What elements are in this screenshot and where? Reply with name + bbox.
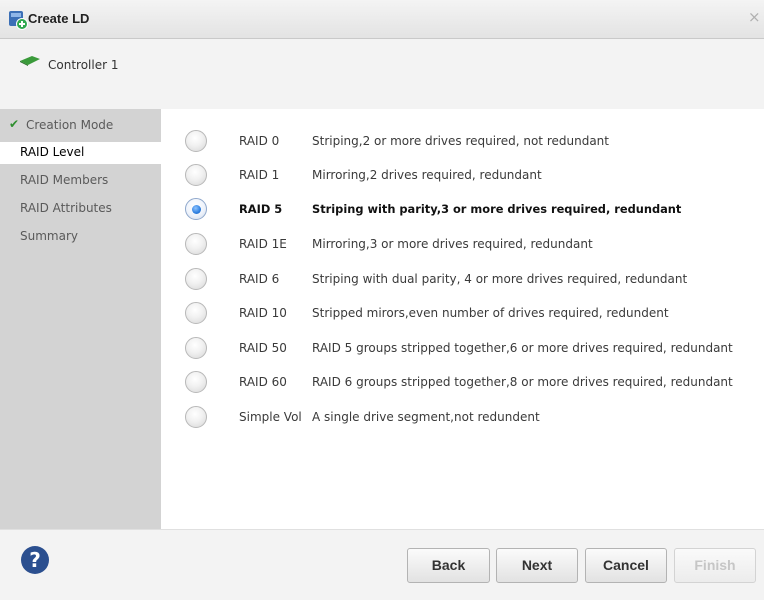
raid-option-raid1e[interactable]: RAID 1E Mirroring,3 or more drives requi… [161,233,764,257]
raid-option-name: RAID 50 [239,341,287,355]
next-button[interactable]: Next [496,548,578,583]
raid-level-panel: RAID 0 Striping,2 or more drives require… [161,109,764,529]
raid-option-description: Striping with dual parity, 4 or more dri… [312,272,688,286]
cancel-button[interactable]: Cancel [585,548,667,583]
raid-radio-button[interactable] [185,337,207,359]
raid-option-raid6[interactable]: RAID 6 Striping with dual parity, 4 or m… [161,268,764,292]
header-band [0,39,764,109]
create-ld-dialog: Create LD × Controller 1 ✔ Creation Mode… [0,0,764,600]
raid-option-description: Mirroring,3 or more drives required, red… [312,237,593,251]
raid-option-raid1[interactable]: RAID 1 Mirroring,2 drives required, redu… [161,164,764,188]
controller-card-icon [20,56,40,66]
dialog-footer: ? Back Next Cancel Finish [0,529,764,600]
raid-option-simple-vol[interactable]: Simple Vol A single drive segment,not re… [161,406,764,430]
raid-option-description: Striping,2 or more drives required, not … [312,134,609,148]
step-creation-mode[interactable]: ✔ Creation Mode [0,115,161,137]
raid-radio-button[interactable] [185,302,207,324]
step-label: RAID Attributes [20,201,112,215]
controller-label: Controller 1 [48,58,119,72]
title-bar: Create LD × [0,0,764,39]
raid-radio-button[interactable] [185,406,207,428]
checkmark-icon: ✔ [9,117,20,131]
help-icon[interactable]: ? [21,546,49,574]
wizard-steps-sidebar: ✔ Creation Mode RAID Level RAID Members … [0,109,161,529]
raid-option-raid10[interactable]: RAID 10 Stripped mirors,even number of d… [161,302,764,326]
raid-option-raid50[interactable]: RAID 50 RAID 5 groups stripped together,… [161,337,764,361]
step-raid-level[interactable]: RAID Level [0,142,161,164]
step-label: RAID Members [20,173,109,187]
raid-radio-button[interactable] [185,164,207,186]
raid-radio-button[interactable] [185,130,207,152]
raid-option-description: RAID 6 groups stripped together,8 or mor… [312,375,733,389]
step-label: RAID Level [20,145,85,159]
raid-option-raid5[interactable]: RAID 5 Striping with parity,3 or more dr… [161,198,764,222]
step-raid-members[interactable]: RAID Members [0,170,161,192]
raid-option-description: A single drive segment,not redundent [312,410,540,424]
raid-option-name: RAID 60 [239,375,287,389]
raid-option-description: Striping with parity,3 or more drives re… [312,202,682,216]
raid-option-name: RAID 10 [239,306,287,320]
raid-radio-button-selected[interactable] [185,198,207,220]
create-ld-icon [9,11,28,30]
raid-option-name: RAID 1 [239,168,280,182]
raid-option-description: RAID 5 groups stripped together,6 or mor… [312,341,733,355]
raid-option-description: Stripped mirors,even number of drives re… [312,306,669,320]
raid-option-raid60[interactable]: RAID 60 RAID 6 groups stripped together,… [161,371,764,395]
finish-button: Finish [674,548,756,583]
raid-option-description: Mirroring,2 drives required, redundant [312,168,542,182]
raid-option-name: RAID 1E [239,237,287,251]
raid-radio-button[interactable] [185,371,207,393]
dialog-title: Create LD [28,11,90,26]
raid-option-name: Simple Vol [239,410,302,424]
close-icon[interactable]: × [748,10,761,25]
step-summary[interactable]: Summary [0,226,161,248]
raid-option-name: RAID 0 [239,134,280,148]
step-label: Creation Mode [26,118,114,132]
raid-radio-button[interactable] [185,268,207,290]
raid-option-raid0[interactable]: RAID 0 Striping,2 or more drives require… [161,130,764,154]
raid-option-name: RAID 6 [239,272,280,286]
back-button[interactable]: Back [407,548,490,583]
step-raid-attributes[interactable]: RAID Attributes [0,198,161,220]
raid-radio-button[interactable] [185,233,207,255]
step-label: Summary [20,229,78,243]
raid-option-name: RAID 5 [239,202,283,216]
